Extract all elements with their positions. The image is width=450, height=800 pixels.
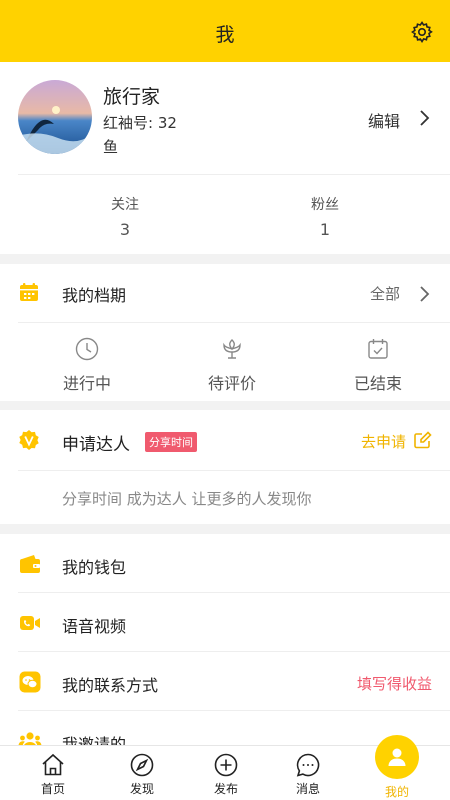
wallet-icon (20, 555, 40, 573)
video-call-icon (20, 616, 40, 630)
divider (18, 322, 450, 323)
menu-item-label: 我邀请的 (62, 735, 127, 746)
tab-discover[interactable]: 发现 (102, 746, 182, 800)
edit-profile-button[interactable]: 编辑 (368, 108, 400, 132)
tab-home-label: 首页 (40, 782, 65, 796)
edit-icon[interactable] (414, 431, 432, 449)
following-stat[interactable]: 关注 3 (65, 194, 185, 239)
tab-discover-label: 发现 (129, 782, 154, 796)
profile-name: 旅行家 (103, 86, 161, 108)
gear-icon[interactable] (410, 20, 434, 44)
schedule-pending-review-label: 待评价 (207, 374, 256, 393)
schedule-all-link[interactable]: 全部 (370, 283, 400, 304)
following-label: 关注 (111, 197, 139, 213)
expert-title: 申请达人 (62, 435, 130, 455)
chevron-right-icon[interactable] (418, 109, 430, 127)
clock-icon (75, 337, 99, 361)
apply-button[interactable]: 去申请 (361, 431, 406, 452)
tab-mine-label: 我的 (384, 785, 409, 799)
menu-item-label: 我的钱包 (62, 558, 127, 577)
avatar[interactable] (18, 80, 92, 154)
schedule-ongoing-label: 进行中 (62, 374, 111, 393)
schedule-header[interactable]: 我的档期 全部 (0, 264, 450, 322)
compass-icon (130, 753, 154, 777)
schedule-ongoing[interactable]: 进行中 (32, 336, 142, 394)
following-count: 3 (119, 220, 131, 239)
profile-extra: 鱼 (103, 138, 119, 156)
schedule-title: 我的档期 (62, 286, 127, 305)
divider (18, 174, 450, 175)
home-icon (42, 753, 64, 776)
profile-card: 旅行家 红袖号: 32 鱼 编辑 关注 3 粉丝 1 (0, 62, 450, 254)
menu-item-wallet[interactable]: 我的钱包 (0, 534, 450, 593)
fans-stat[interactable]: 粉丝 1 (265, 194, 385, 239)
menu-item-contact[interactable]: 我的联系方式 填写得收益 (0, 652, 450, 711)
schedule-ended[interactable]: 已结束 (323, 336, 433, 394)
tab-mine-bubble (375, 735, 419, 779)
v-badge-icon (19, 430, 39, 450)
user-icon (388, 748, 406, 766)
tab-publish-label: 发布 (213, 782, 238, 796)
divider (18, 470, 450, 471)
fans-count: 1 (319, 220, 331, 239)
schedule-ended-label: 已结束 (353, 374, 402, 393)
tab-publish[interactable]: 发布 (186, 746, 266, 800)
bottom-tab-bar: 首页 发现 发布 消息 我的 (0, 735, 450, 800)
chat-contact-icon (19, 671, 41, 693)
expert-description: 分享时间 成为达人 让更多的人发现你 (62, 490, 312, 508)
expert-card: 申请达人 分享时间 去申请 分享时间 成为达人 让更多的人发现你 (0, 410, 450, 524)
contact-reward-hint[interactable]: 填写得收益 (357, 673, 432, 694)
menu-item-voice-video[interactable]: 语音视频 (0, 593, 450, 652)
flower-icon (223, 339, 241, 359)
tab-home[interactable]: 首页 (13, 746, 93, 800)
chevron-right-icon[interactable] (418, 285, 430, 303)
menu-item-label: 语音视频 (62, 617, 127, 636)
top-bar: 我 (0, 0, 450, 62)
fans-label: 粉丝 (311, 197, 339, 213)
schedule-card: 我的档期 全部 进行中 待评价 已结束 (0, 264, 450, 401)
menu-list: 我的钱包 语音视频 我的联系方式 填写得收益 我邀请的 (0, 534, 450, 746)
menu-item-label: 我的联系方式 (62, 676, 159, 695)
calendar-icon (20, 283, 38, 301)
profile-id: 红袖号: 32 (103, 114, 177, 132)
page-title: 我 (215, 24, 235, 46)
people-icon (18, 732, 42, 746)
tab-messages-label: 消息 (295, 782, 320, 796)
message-icon (296, 753, 320, 777)
tab-messages[interactable]: 消息 (268, 746, 348, 800)
tab-mine[interactable]: 我的 (357, 735, 437, 800)
schedule-pending-review[interactable]: 待评价 (177, 336, 287, 394)
plus-circle-icon (214, 753, 238, 777)
calendar-check-icon (368, 339, 388, 359)
share-time-tag: 分享时间 (145, 432, 197, 452)
